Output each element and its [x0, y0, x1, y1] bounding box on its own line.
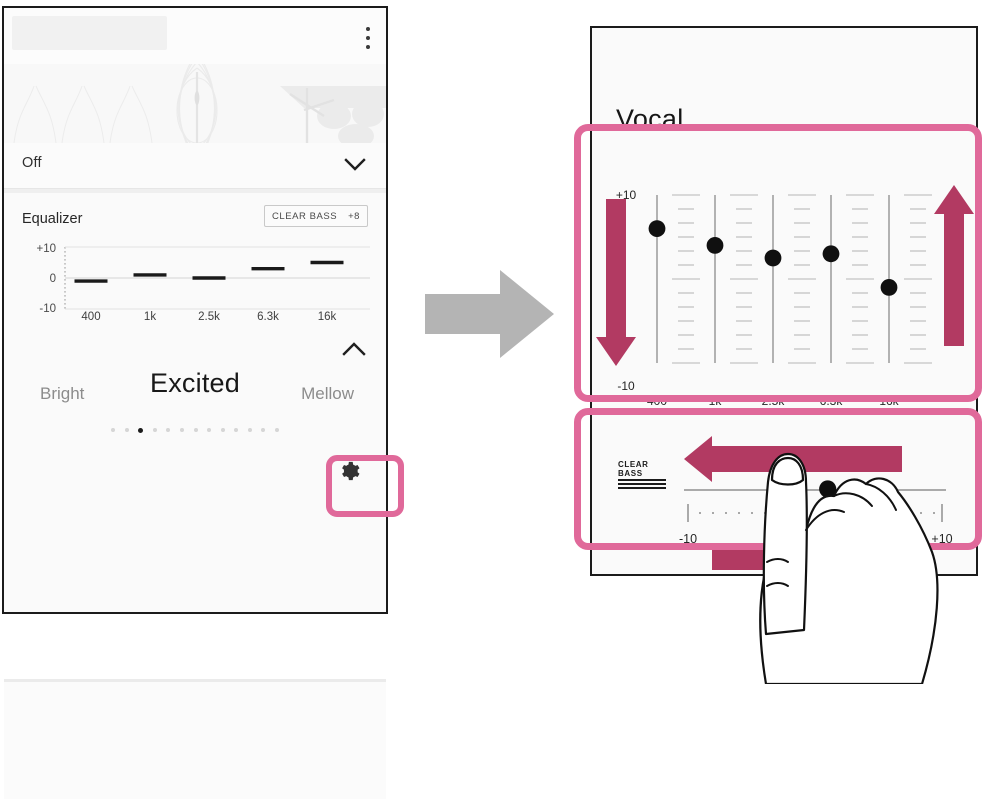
- equalizer-card: Equalizer CLEAR BASS +8 +10 0 -10 400 1k…: [4, 193, 386, 799]
- pagination-dot: [110, 428, 115, 432]
- eq-preview-ylabel-min: -10: [39, 303, 56, 315]
- pagination-dot: [207, 428, 212, 432]
- clear-bass-badge-label: CLEAR BASS: [272, 210, 338, 222]
- pagination-dot: [124, 428, 129, 432]
- header-title-placeholder: [12, 16, 167, 50]
- pagination-dot: [166, 428, 171, 432]
- album-art-graphic: [4, 64, 386, 143]
- pagination-dot: [193, 428, 198, 432]
- chevron-down-icon[interactable]: [344, 156, 366, 174]
- eq-preview-xlabel-400: 400: [81, 311, 100, 321]
- chevron-up-icon[interactable]: [342, 339, 366, 359]
- left-phone-panel: Off Equalizer CLEAR BASS +8 +10 0 -10 40…: [2, 6, 388, 799]
- bottom-empty-area: [4, 682, 386, 799]
- eq-preview-xlabel-1k: 1k: [144, 311, 156, 321]
- pagination-dot: [247, 428, 252, 432]
- clear-bass-badge: CLEAR BASS +8: [264, 205, 368, 227]
- arrow-right-icon: [425, 270, 554, 358]
- illustration-stage: Off Equalizer CLEAR BASS +8 +10 0 -10 40…: [0, 0, 1000, 799]
- preset-next-label[interactable]: Mellow: [301, 384, 354, 404]
- pagination-dot: [179, 428, 184, 432]
- pagination-dot: [220, 428, 225, 432]
- three-dots-vertical-icon[interactable]: [365, 27, 370, 49]
- eq-preview-xlabel-2.5k: 2.5k: [198, 311, 220, 321]
- pagination-dot: [261, 428, 266, 432]
- dot: [365, 27, 370, 31]
- sound-effect-value: Off: [22, 155, 42, 171]
- preset-pagination-dots: [4, 425, 386, 435]
- dot: [365, 36, 370, 40]
- eq-sliders-highlight-frame: [574, 124, 982, 402]
- sound-effect-row[interactable]: Off: [4, 143, 386, 189]
- preset-carousel[interactable]: Bright Excited Mellow: [4, 368, 386, 428]
- eq-preview-xlabel-16k: 16k: [318, 311, 337, 321]
- clear-bass-badge-value: +8: [348, 210, 360, 222]
- pagination-dot: [275, 428, 280, 432]
- eq-preview-ylabel-max: +10: [36, 243, 56, 255]
- equalizer-preview-chart: +10 0 -10 400 1k 2.5k 6.3k 16k: [36, 243, 370, 321]
- equalizer-title: Equalizer: [22, 211, 83, 227]
- app-header: [4, 8, 386, 64]
- dot: [365, 45, 370, 49]
- pagination-dot: [234, 428, 239, 432]
- eq-preview-xlabel-6.3k: 6.3k: [257, 311, 279, 321]
- clear-bass-highlight-frame: [574, 408, 982, 550]
- settings-button-highlight: [326, 455, 404, 517]
- pagination-dot: [152, 428, 157, 432]
- eq-preview-ylabel-mid: 0: [50, 273, 56, 285]
- pagination-dot-active: [138, 427, 144, 433]
- album-art-banner: [4, 64, 386, 143]
